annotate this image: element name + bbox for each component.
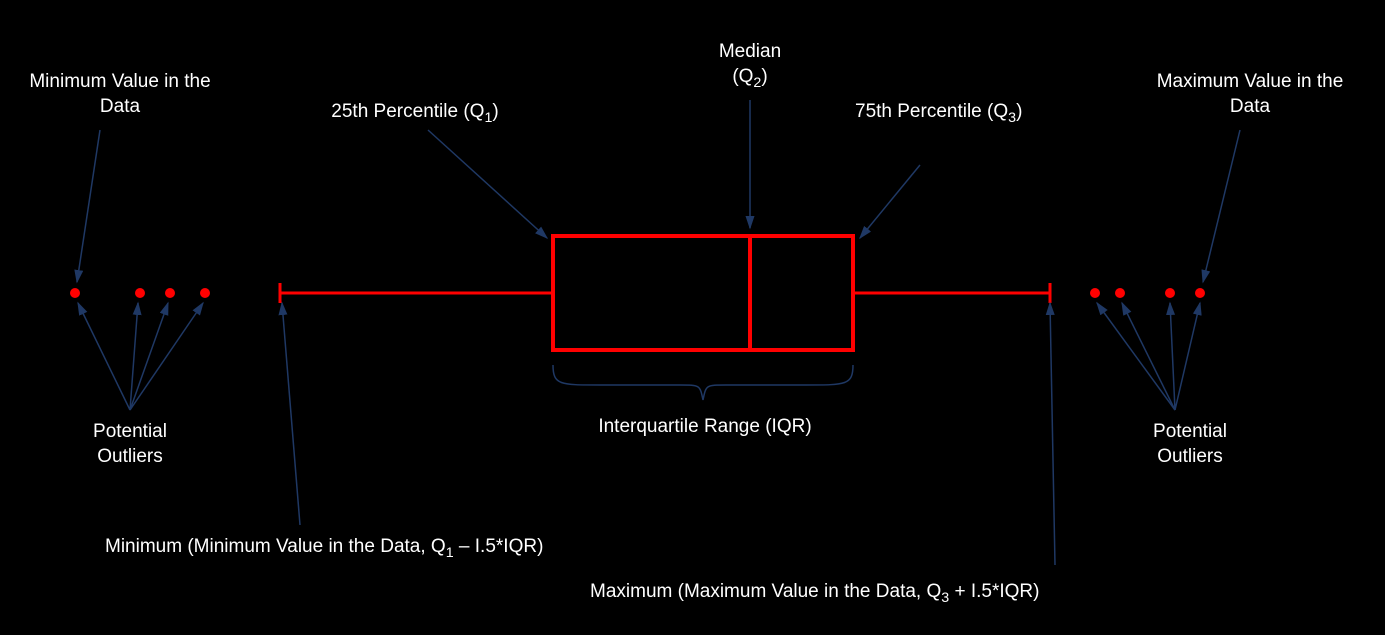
arrow-outlier-left (78, 303, 130, 410)
label-min-value: Minimum Value in the Data (20, 70, 220, 119)
arrow-outlier-right (1122, 303, 1175, 410)
iqr-box (553, 236, 853, 350)
label-max-value: Maximum Value in the Data (1150, 70, 1350, 119)
outlier-dot (200, 288, 210, 298)
iqr-brace (553, 365, 853, 400)
arrow-min-whisker (282, 303, 300, 525)
label-iqr: Interquartile Range (IQR) (595, 415, 815, 440)
label-potential-outliers-left: Potential Outliers (70, 420, 190, 469)
arrow-max-value (1203, 130, 1240, 282)
outlier-dot (165, 288, 175, 298)
outlier-dot (1090, 288, 1100, 298)
label-potential-outliers-right: Potential Outliers (1130, 420, 1250, 469)
arrow-max-whisker (1050, 303, 1055, 565)
label-q3: 75th Percentile (Q3) (855, 100, 1055, 127)
outlier-dot (70, 288, 80, 298)
outlier-dot (1165, 288, 1175, 298)
label-q1: 25th Percentile (Q1) (300, 100, 530, 127)
outlier-dot (135, 288, 145, 298)
label-max-whisker: Maximum (Maximum Value in the Data, Q3 +… (590, 580, 1110, 607)
arrow-outlier-left (130, 303, 168, 410)
arrow-outlier-left (130, 303, 138, 410)
arrow-min-value (77, 130, 100, 282)
arrow-outlier-right (1170, 303, 1175, 410)
label-median: Median (Q2) (690, 40, 810, 92)
label-min-whisker: Minimum (Minimum Value in the Data, Q1 –… (105, 535, 605, 562)
arrow-q1 (428, 130, 547, 238)
outlier-dot (1115, 288, 1125, 298)
arrow-outlier-left (130, 303, 203, 410)
arrow-outlier-right (1175, 303, 1200, 410)
arrow-outlier-right (1097, 303, 1175, 410)
arrow-q3 (860, 165, 920, 238)
outlier-dot (1195, 288, 1205, 298)
